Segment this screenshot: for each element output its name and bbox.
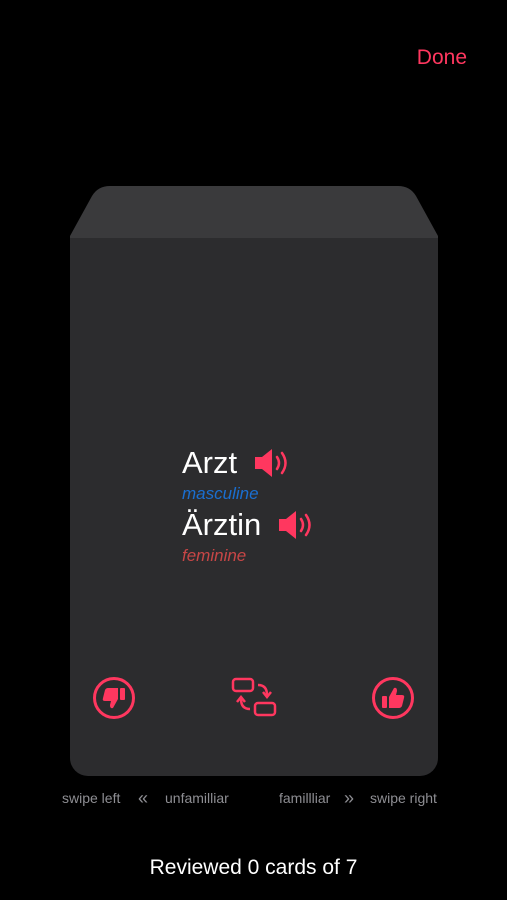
speaker-icon[interactable] [253,446,293,480]
swipe-hints: swipe left « unfamilliar famillliar » sw… [0,788,507,810]
hint-unfamiliar: unfamilliar [165,790,229,806]
hint-swipe-right: swipe right [370,790,437,806]
gender-label-1: masculine [182,484,259,503]
hint-familiar: famillliar [279,790,331,806]
done-button[interactable]: Done [417,46,467,70]
card-stack[interactable]: Arzt masculine Ärztin feminine [70,186,438,778]
thumbs-up-icon[interactable] [371,676,415,720]
thumbs-down-icon[interactable] [92,676,136,720]
double-chevron-left-icon: « [138,788,149,808]
double-chevron-right-icon: » [344,788,355,808]
word-block: Arzt masculine Ärztin feminine [182,443,317,567]
speaker-icon[interactable] [277,508,317,542]
term-word-2: Ärztin [182,507,262,542]
term-word-1: Arzt [182,445,238,480]
term-row-2: Ärztin [182,505,317,545]
flashcard[interactable]: Arzt masculine Ärztin feminine [70,238,438,776]
gender-label-2: feminine [182,546,247,565]
term-row-1: Arzt [182,443,317,483]
flashcard-screen: Done Arzt masculine Ärztin feminine swip… [0,0,507,900]
swap-cards-icon[interactable] [230,676,278,718]
review-progress: Reviewed 0 cards of 7 [149,856,358,879]
hint-swipe-left: swipe left [62,790,121,806]
